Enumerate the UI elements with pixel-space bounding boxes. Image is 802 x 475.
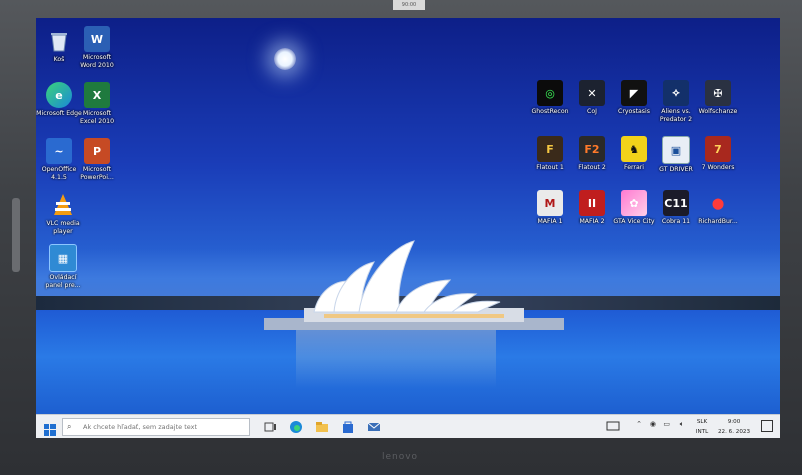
coj-icon: ✕ — [579, 80, 605, 106]
7wonders-icon: 7 — [705, 136, 731, 162]
desktop-icon-coj[interactable]: ✕ CoJ — [569, 80, 615, 116]
desktop-icon-ferrari[interactable]: ♞ Ferrari — [611, 136, 657, 172]
ghostrecon-icon: ◎ — [537, 80, 563, 106]
desktop-icon-gta-vicecity[interactable]: ✿ GTA Vice City — [611, 190, 657, 226]
powerpoint-icon: P — [84, 138, 110, 164]
richardburns-icon: ⬤ — [711, 196, 725, 210]
openoffice-icon: ~ — [46, 138, 72, 164]
cobra11-icon: C11 — [663, 190, 689, 216]
gta-vicecity-icon: ✿ — [621, 190, 647, 216]
keyboard-tray-button[interactable] — [606, 420, 620, 434]
taskbar-mail-button[interactable] — [366, 419, 382, 435]
desktop-icon-powerpoint[interactable]: P Microsoft PowerPoi... — [74, 138, 120, 181]
language-code: SLK — [696, 419, 708, 425]
excel-icon: X — [84, 82, 110, 108]
mail-icon — [367, 422, 381, 431]
desktop-icon-wolfschanze[interactable]: ✠ Wolfschanze — [695, 80, 741, 116]
notification-center-icon[interactable] — [761, 420, 773, 432]
desktop-icon-word[interactable]: W Microsoft Word 2010 — [74, 26, 120, 69]
desktop-icon-mafia1[interactable]: M MAFIA 1 — [527, 190, 573, 226]
desktop-icon-excel[interactable]: X Microsoft Excel 2010 — [74, 82, 120, 125]
wolfschanze-icon: ✠ — [705, 80, 731, 106]
monitor-brand-logo: lenovo — [381, 452, 419, 462]
battery-icon[interactable]: ▭ — [663, 420, 670, 434]
cryostasis-icon: ◤ — [621, 80, 647, 106]
tray-chevron-up-icon[interactable]: ⌃ — [636, 420, 642, 434]
monitor-side-button — [12, 198, 20, 272]
desktop-icon-flatout2[interactable]: F2 Flatout 2 — [569, 136, 615, 172]
network-icon[interactable]: ◉ — [650, 420, 656, 434]
desktop-icon-7wonders[interactable]: 7 7 Wonders — [695, 136, 741, 172]
desktop-icon-control-panel[interactable]: ▦ Ovládací panel pre... — [40, 244, 86, 289]
ferrari-icon: ♞ — [621, 136, 647, 162]
language-indicator[interactable]: SLK INTL — [694, 417, 710, 437]
desktop-icon-cryostasis[interactable]: ◤ Cryostasis — [611, 80, 657, 116]
desktop-icon-ghostrecon[interactable]: ◎ GhostRecon — [527, 80, 573, 116]
edge-icon: e — [46, 82, 72, 108]
desktop-icon-gtdriver[interactable]: ▣ GT DRIVER — [653, 136, 699, 174]
word-icon: W — [84, 26, 110, 52]
start-button[interactable] — [44, 421, 56, 436]
keyboard-layout: INTL — [695, 429, 709, 435]
desktop-screen: Koš W Microsoft Word 2010 e Microsoft Ed… — [36, 18, 780, 438]
taskbar-edge-button[interactable] — [288, 419, 304, 435]
windows-logo-icon — [44, 424, 56, 436]
desktop-icon-vlc[interactable]: VLC media player — [40, 192, 86, 235]
desktop-icon-flatout1[interactable]: F Flatout 1 — [527, 136, 573, 172]
vlc-icon — [50, 192, 76, 218]
opera-house-wallpaper — [264, 240, 564, 330]
desktop-icon-cobra11[interactable]: C11 Cobra 11 — [653, 190, 699, 226]
search-icon: ⌕ — [67, 422, 72, 431]
keyboard-icon — [606, 421, 620, 431]
file-explorer-icon — [316, 422, 328, 432]
taskbar-store-button[interactable] — [340, 419, 356, 435]
gtdriver-icon: ▣ — [662, 136, 690, 164]
avp2-icon: ⟡ — [663, 80, 689, 106]
taskbar: ⌕ ⌃ ◉ ▭ 🔈︎ SLK INTL 9:00 22. — [36, 414, 780, 438]
mafia1-icon: M — [537, 190, 563, 216]
desktop-icon-mafia2[interactable]: II MAFIA 2 — [569, 190, 615, 226]
taskbar-clock[interactable]: 9:00 22. 6. 2023 — [714, 417, 754, 437]
clock-time: 9:00 — [727, 419, 741, 425]
taskbar-search-box[interactable]: ⌕ — [62, 418, 250, 436]
task-view-button[interactable] — [262, 419, 278, 435]
task-view-icon — [264, 422, 276, 432]
edge-icon — [290, 421, 302, 433]
clock-date: 22. 6. 2023 — [717, 429, 751, 435]
desktop-icon-avp2[interactable]: ⟡ Aliens vs. Predator 2 — [653, 80, 699, 123]
moon — [274, 48, 296, 70]
mafia2-icon: II — [579, 190, 605, 216]
desktop-icon-richardburns[interactable]: ⬤ RichardBur... — [695, 190, 741, 226]
control-panel-icon: ▦ — [49, 244, 77, 272]
bezel-sticker-label: 90:00 — [393, 0, 425, 10]
speaker-icon[interactable]: 🔈︎ — [680, 420, 684, 434]
search-input[interactable] — [81, 422, 245, 432]
recycle-bin-icon — [46, 28, 72, 54]
store-icon — [343, 421, 353, 433]
flatout2-icon: F2 — [579, 136, 605, 162]
taskbar-explorer-button[interactable] — [314, 419, 330, 435]
flatout1-icon: F — [537, 136, 563, 162]
